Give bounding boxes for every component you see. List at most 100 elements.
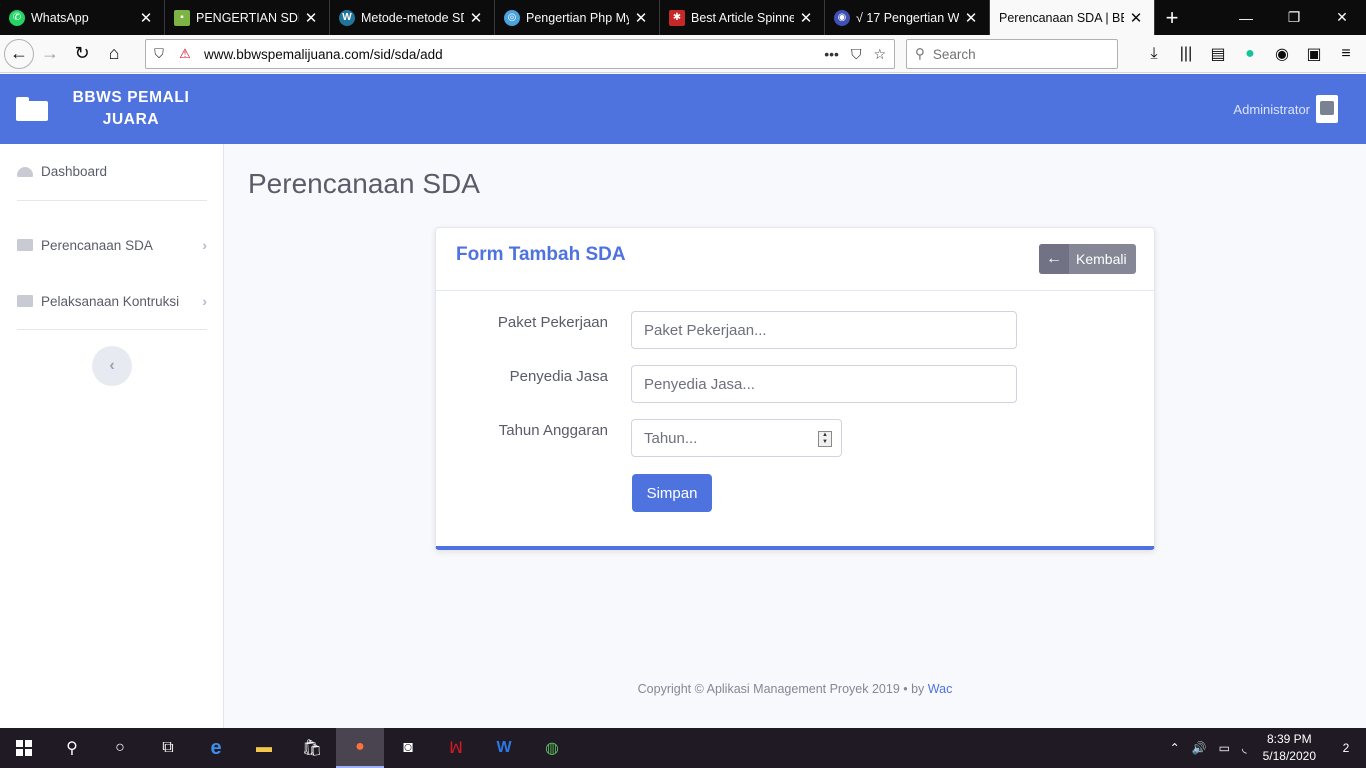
sidebar-divider [17, 200, 207, 201]
paket-pekerjaan-input[interactable] [631, 311, 1017, 349]
file-explorer-icon[interactable]: ▬ [240, 728, 288, 768]
volume-icon[interactable]: 🔊 [1186, 741, 1213, 755]
mendeley-icon[interactable]: ꟽ [432, 728, 480, 768]
word-icon[interactable]: W [480, 728, 528, 768]
store-icon[interactable]: 🛍 [288, 728, 336, 768]
url-bar[interactable]: ⛉ ⚠ www.bbwspemalijuana.com/sid/sda/add … [145, 39, 895, 69]
browser-tab[interactable]: ✆ WhatsApp ✕ [0, 0, 165, 35]
clock-time: 8:39 PM [1266, 732, 1312, 746]
close-tab-icon[interactable]: ✕ [798, 9, 814, 27]
download-icon[interactable]: ⤓ [1138, 38, 1170, 70]
penyedia-jasa-input[interactable] [631, 365, 1017, 403]
search-icon[interactable]: ⚲ [48, 728, 96, 768]
user-name: Administrator [1233, 101, 1310, 117]
sidebar-item-pelaksanaan-kontruksi[interactable]: Pelaksanaan Kontruksi › [17, 293, 207, 309]
page-actions-icon[interactable]: ••• [824, 46, 839, 63]
grammarly-icon[interactable]: ● [1234, 38, 1266, 70]
wifi-icon[interactable]: ◟ [1236, 741, 1253, 755]
search-bar[interactable]: ⚲ Search [906, 39, 1118, 69]
close-tab-icon[interactable]: ✕ [303, 9, 319, 27]
chevron-right-icon: › [202, 237, 207, 253]
forward-arrow-icon[interactable]: → [34, 38, 66, 70]
arrow-left-icon: ← [1039, 244, 1069, 274]
edge-icon[interactable]: e [192, 728, 240, 768]
app-header: BBWS PEMALI JUARA Administrator [0, 74, 1366, 144]
cortana-icon[interactable]: ○ [96, 728, 144, 768]
tahun-anggaran-label: Tahun Anggaran [498, 422, 608, 439]
battery-icon[interactable]: ▭ [1213, 741, 1236, 755]
shield-icon[interactable]: ⛉ [146, 46, 172, 62]
bookmark-star-icon[interactable]: ☆ [873, 46, 886, 63]
browser-nav-bar: ← → ↻ ⌂ ⛉ ⚠ www.bbwspemalijuana.com/sid/… [0, 35, 1366, 73]
browser-tab[interactable]: ✱ Best Article Spinner ✕ [660, 0, 825, 35]
back-button[interactable]: ← Kembali [1039, 244, 1136, 274]
insecure-lock-icon[interactable]: ⚠ [172, 46, 198, 62]
firefox-icon[interactable]: ● [336, 728, 384, 768]
sidebar-item-label: Perencanaan SDA [41, 237, 153, 253]
close-tab-icon[interactable]: ✕ [1128, 9, 1144, 27]
sidebar-item-label: Dashboard [41, 164, 108, 179]
back-arrow-icon[interactable]: ← [4, 38, 34, 69]
library-icon[interactable]: ||| [1170, 38, 1202, 70]
footer-author-link[interactable]: Wac [928, 682, 953, 696]
folder-icon [17, 239, 33, 251]
site-favicon-icon: ▪ [174, 9, 190, 26]
tab-title: Best Article Spinner [691, 10, 794, 25]
save-button[interactable]: Simpan [632, 474, 712, 512]
system-tray: ⌃ 🔊 ▭ ◟ 8:39 PM 5/18/2020 2 [1164, 728, 1366, 768]
tab-title: Pengertian Php My [526, 10, 629, 25]
tab-title: WhatsApp [31, 10, 89, 25]
tahun-anggaran-input[interactable] [631, 419, 842, 457]
screenshot-icon[interactable]: ▣ [1298, 38, 1330, 70]
browser-tab[interactable]: ▪ PENGERTIAN SDLC ( ✕ [165, 0, 330, 35]
close-tab-icon[interactable]: ✕ [468, 9, 484, 27]
sidebar-item-dashboard[interactable]: Dashboard [17, 164, 207, 179]
close-tab-icon[interactable]: ✕ [963, 9, 979, 27]
task-view-icon[interactable]: ⧉ [144, 728, 192, 768]
sidebar: Dashboard Perencanaan SDA › Pelaksanaan … [0, 144, 224, 728]
tab-title: Perencanaan SDA | BBW [999, 10, 1124, 25]
browser-tab-active[interactable]: Perencanaan SDA | BBW ✕ [990, 0, 1155, 35]
form-card: Form Tambah SDA ← Kembali Paket Pekerjaa… [435, 227, 1155, 550]
menu-icon[interactable]: ≡ [1330, 38, 1362, 70]
brand-name: BBWS PEMALI JUARA [67, 87, 195, 131]
url-text[interactable]: www.bbwspemalijuana.com/sid/sda/add [204, 47, 824, 62]
browser-tab-strip: ✆ WhatsApp ✕ ▪ PENGERTIAN SDLC ( ✕ W Met… [0, 0, 1366, 35]
avatar [1316, 95, 1338, 123]
sidebar-item-perencanaan-sda[interactable]: Perencanaan SDA › [17, 237, 207, 253]
folder-logo-icon [16, 97, 48, 121]
globe-favicon-icon: ◉ [834, 9, 850, 26]
browser-tab[interactable]: W Metode-metode SD ✕ [330, 0, 495, 35]
chevron-up-icon[interactable]: ⌃ [1164, 741, 1186, 755]
pocket-icon[interactable]: ⛉ [851, 46, 862, 63]
back-button-label: Kembali [1076, 251, 1127, 267]
windows-start-icon[interactable] [0, 728, 48, 768]
sidebar-toggle-icon[interactable]: ▤ [1202, 38, 1234, 70]
account-icon[interactable]: ◉ [1266, 38, 1298, 70]
idm-icon[interactable]: ◍ [528, 728, 576, 768]
user-menu[interactable]: Administrator [1233, 74, 1338, 144]
window-controls: — ❐ ✕ [1222, 0, 1366, 35]
footer: Copyright © Aplikasi Management Proyek 2… [224, 682, 1366, 696]
clock[interactable]: 8:39 PM 5/18/2020 [1253, 731, 1326, 765]
home-icon[interactable]: ⌂ [98, 38, 130, 70]
reload-icon[interactable]: ↻ [66, 38, 98, 70]
sidebar-collapse-button[interactable]: ‹ [92, 346, 132, 386]
card-header: Form Tambah SDA ← Kembali [436, 228, 1154, 291]
minimize-icon[interactable]: — [1222, 0, 1270, 35]
close-window-icon[interactable]: ✕ [1318, 0, 1366, 35]
number-spinner-icon[interactable]: ▲ ▼ [818, 431, 832, 447]
browser-tab[interactable]: ◉ √ 17 Pengertian We ✕ [825, 0, 990, 35]
clock-date: 5/18/2020 [1262, 749, 1316, 763]
notification-center-icon[interactable]: 2 [1326, 741, 1366, 755]
restore-icon[interactable]: ❐ [1270, 0, 1318, 35]
new-tab-icon[interactable]: + [1155, 0, 1189, 35]
camera-icon[interactable]: ◙ [384, 728, 432, 768]
site-favicon-icon: ✱ [669, 9, 685, 26]
close-tab-icon[interactable]: ✕ [138, 9, 154, 27]
close-tab-icon[interactable]: ✕ [633, 9, 649, 27]
footer-text: Copyright © Aplikasi Management Proyek 2… [637, 682, 928, 696]
brand[interactable]: BBWS PEMALI JUARA [16, 74, 195, 144]
browser-tab[interactable]: ◎ Pengertian Php My ✕ [495, 0, 660, 35]
search-placeholder: Search [932, 46, 976, 62]
